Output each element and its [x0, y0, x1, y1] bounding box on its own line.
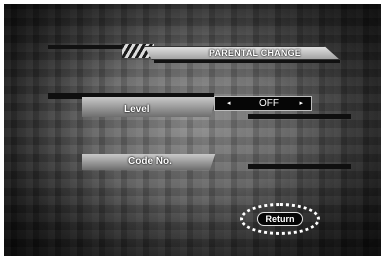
arrow-left-icon[interactable]: ◂: [227, 97, 231, 110]
level-selector[interactable]: ◂ OFF ▸: [214, 96, 312, 111]
level-decor-underline: [248, 114, 351, 119]
title-decor-underline: [154, 60, 340, 63]
return-button-label: Return: [257, 212, 303, 226]
code-number-label: Code No.: [128, 156, 172, 167]
parental-change-screen: PARENTAL CHANGE Level ◂ OFF ▸ Code No. R…: [4, 4, 381, 256]
title-decor-line: [48, 45, 128, 49]
background-texture: [4, 4, 381, 256]
level-label: Level: [124, 104, 150, 115]
page-title: PARENTAL CHANGE: [208, 48, 301, 58]
return-button[interactable]: Return: [240, 203, 320, 235]
code-number-field[interactable]: [248, 164, 351, 169]
level-value: OFF: [259, 98, 279, 109]
arrow-right-icon[interactable]: ▸: [299, 97, 303, 110]
